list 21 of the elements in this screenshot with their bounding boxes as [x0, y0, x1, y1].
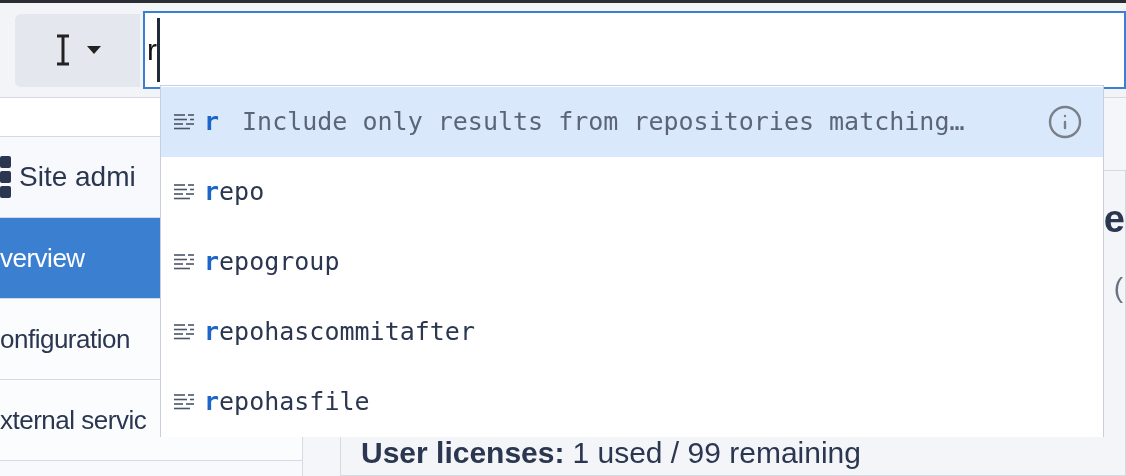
licenses-label: User licenses: [361, 435, 565, 471]
filter-name: repo [204, 176, 265, 209]
filter-icon [173, 183, 195, 201]
caret-icon [86, 46, 101, 54]
filter-icon [173, 113, 195, 131]
search-value: r [147, 35, 157, 65]
filter-icon [173, 323, 195, 341]
text-cursor-icon [54, 34, 71, 66]
search-mode-button[interactable] [15, 13, 140, 87]
page-subtitle: ( [1113, 270, 1123, 305]
filter-icon [173, 393, 195, 411]
licenses-value: 1 used / 99 remaining [572, 435, 861, 471]
info-icon[interactable] [1047, 104, 1083, 140]
server-icon [0, 156, 11, 198]
suggestion-item[interactable]: r Include only results from repositories matching… [161, 87, 1103, 157]
page-heading: e [1103, 199, 1125, 238]
filter-icon [173, 253, 195, 271]
filter-description: Include only results from repositories matching… [242, 106, 965, 139]
sidebar-header: Site admi [19, 160, 136, 194]
search-field[interactable]: r [143, 11, 1126, 89]
filter-name: r [204, 106, 220, 139]
